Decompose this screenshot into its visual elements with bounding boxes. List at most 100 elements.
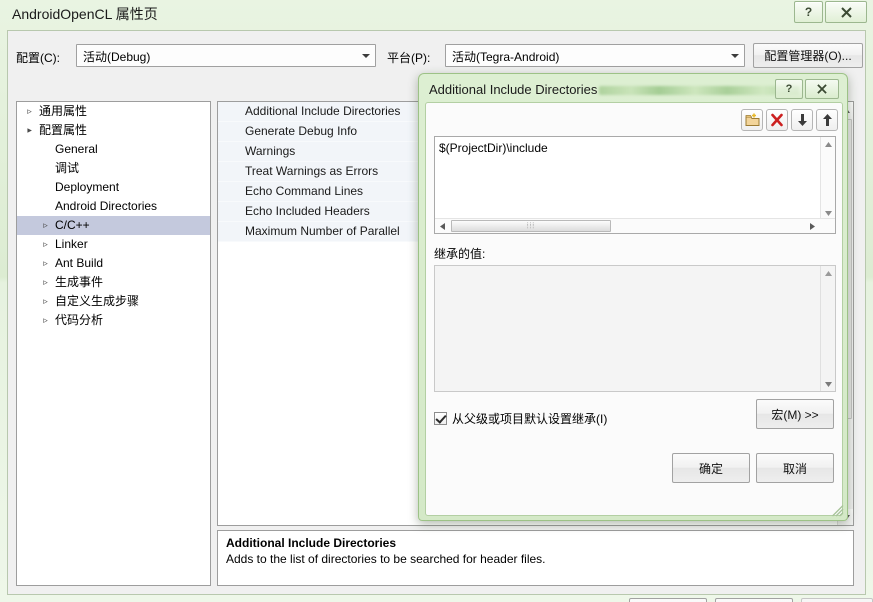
move-up-button[interactable] — [816, 109, 838, 131]
property-pages-window: AndroidOpenCL 属性页 ? 配置(C): 活动(Debug) 平台(… — [0, 0, 873, 602]
chevron-right-icon[interactable]: ▹ — [39, 254, 52, 273]
inner-close-button[interactable] — [805, 79, 839, 99]
chevron-right-icon[interactable]: ▹ — [23, 102, 36, 121]
value-vertical-scrollbar[interactable] — [820, 137, 835, 220]
arrow-left-icon — [440, 222, 445, 230]
chevron-right-icon[interactable]: ▹ — [39, 311, 52, 330]
property-name: Warnings — [245, 144, 296, 158]
tree-item-label: Deployment — [55, 180, 120, 194]
tree-item-label: Linker — [55, 237, 88, 251]
property-name: Echo Included Headers — [245, 204, 370, 218]
inherited-values-list[interactable] — [434, 265, 836, 392]
arrow-up-icon — [822, 114, 832, 126]
tree-item-label: C/C++ — [55, 218, 90, 232]
red-x-icon — [771, 113, 783, 127]
value-hscroll-thumb[interactable]: ⦙⦙⦙ — [451, 220, 611, 232]
directories-value-text: $(ProjectDir)\include — [439, 141, 548, 155]
question-mark-icon: ? — [785, 83, 793, 95]
value-scroll-left-button[interactable] — [435, 219, 450, 233]
inner-ok-button[interactable]: 确定 — [672, 453, 750, 483]
platform-label: 平台(P): — [387, 51, 431, 65]
help-button[interactable]: ? — [794, 1, 823, 23]
chevron-right-icon[interactable]: ▹ — [39, 292, 52, 311]
tree-item-6[interactable]: ▹ C/C++ — [17, 216, 210, 235]
inherited-vertical-scrollbar[interactable] — [820, 266, 835, 391]
property-name: Treat Warnings as Errors — [245, 164, 379, 178]
inherit-defaults-label: 从父级或项目默认设置继承(I) — [452, 412, 608, 426]
chevron-right-icon[interactable]: ▹ — [39, 235, 52, 254]
description-text: Adds to the list of directories to be se… — [226, 552, 546, 566]
tree-item-label: 配置属性 — [39, 123, 88, 137]
new-folder-icon — [745, 113, 759, 126]
inherit-defaults-checkbox-row[interactable]: 从父级或项目默认设置继承(I) — [434, 410, 607, 427]
inherit-defaults-checkbox[interactable] — [434, 412, 447, 425]
value-horizontal-scrollbar[interactable]: ⦙⦙⦙ — [435, 218, 835, 233]
configuration-manager-button[interactable]: 配置管理器(O)... — [753, 43, 863, 68]
property-description-panel: Additional Include Directories Adds to t… — [217, 530, 854, 586]
ok-button[interactable]: 确定 — [629, 598, 707, 602]
tree-item-label: Android Directories — [55, 199, 158, 213]
tree-item-label: 自定义生成步骤 — [55, 294, 140, 308]
tree-item-3[interactable]: 调试 — [17, 159, 210, 178]
configuration-combo[interactable]: 活动(Debug) — [76, 44, 376, 67]
macros-button[interactable]: 宏(M) >> — [756, 399, 834, 429]
inner-dialog-title-glass-artifact — [599, 86, 799, 95]
arrow-up-icon — [824, 141, 832, 147]
description-title: Additional Include Directories — [226, 536, 397, 550]
tree-item-label: 生成事件 — [55, 275, 104, 289]
tree-item-label: General — [55, 142, 98, 156]
move-down-button[interactable] — [791, 109, 813, 131]
tree-item-2[interactable]: General — [17, 140, 210, 159]
inner-dialog-body: $(ProjectDir)\include ⦙⦙⦙ 继承的值: 从父级或项目默认… — [425, 102, 843, 516]
close-button[interactable] — [825, 1, 867, 23]
value-scroll-up-button[interactable] — [821, 137, 835, 151]
tree-item-label: 调试 — [55, 161, 80, 175]
tree-item-9[interactable]: ▹ 生成事件 — [17, 273, 210, 292]
inherited-values-label: 继承的值: — [434, 247, 486, 261]
configuration-tree[interactable]: ▹ 通用属性 ▾ 配置属性 General 调试 Deployment Android… — [16, 101, 211, 586]
chevron-down-icon — [357, 45, 375, 66]
chevron-right-icon[interactable]: ▹ — [39, 273, 52, 292]
tree-item-0[interactable]: ▹ 通用属性 — [17, 102, 210, 121]
tree-item-10[interactable]: ▹ 自定义生成步骤 — [17, 292, 210, 311]
close-x-icon — [840, 6, 852, 18]
inner-dialog-title: Additional Include Directories — [429, 82, 598, 97]
configuration-label: 配置(C): — [16, 51, 60, 65]
question-mark-icon: ? — [804, 5, 813, 19]
close-x-icon — [817, 84, 827, 94]
inner-cancel-button[interactable]: 取消 — [756, 453, 834, 483]
value-scroll-right-button[interactable] — [805, 219, 820, 233]
delete-button[interactable] — [766, 109, 788, 131]
platform-combo-value: 活动(Tegra-Android) — [452, 50, 560, 64]
inner-help-button[interactable]: ? — [775, 79, 803, 99]
tree-item-label: Ant Build — [55, 256, 104, 270]
chevron-down-icon[interactable]: ▾ — [20, 124, 39, 137]
property-name: Echo Command Lines — [245, 184, 364, 198]
directories-value-editor[interactable]: $(ProjectDir)\include ⦙⦙⦙ — [434, 136, 836, 234]
tree-item-5[interactable]: Android Directories — [17, 197, 210, 216]
window-title: AndroidOpenCL 属性页 — [12, 6, 158, 22]
tree-item-11[interactable]: ▹ 代码分析 — [17, 311, 210, 330]
tree-item-1[interactable]: ▾ 配置属性 — [17, 121, 210, 140]
tree-item-label: 通用属性 — [39, 104, 88, 118]
tree-item-7[interactable]: ▹ Linker — [17, 235, 210, 254]
platform-combo[interactable]: 活动(Tegra-Android) — [445, 44, 745, 67]
property-name: Maximum Number of Parallel — [245, 224, 400, 238]
property-name: Additional Include Directories — [245, 104, 401, 118]
arrow-down-icon — [824, 210, 832, 216]
tree-item-8[interactable]: ▹ Ant Build — [17, 254, 210, 273]
chevron-right-icon[interactable]: ▹ — [39, 216, 52, 235]
arrow-right-icon — [810, 222, 815, 230]
chevron-down-icon — [726, 45, 744, 66]
directories-toolbar — [741, 109, 838, 131]
window-titlebar: AndroidOpenCL 属性页 ? — [0, 0, 873, 30]
cancel-button[interactable]: 取消 — [715, 598, 793, 602]
inherited-scroll-up-button[interactable] — [821, 266, 835, 280]
new-folder-button[interactable] — [741, 109, 763, 131]
resize-grip-icon[interactable] — [830, 503, 844, 517]
tree-item-4[interactable]: Deployment — [17, 178, 210, 197]
inherited-scroll-down-button[interactable] — [821, 377, 835, 391]
